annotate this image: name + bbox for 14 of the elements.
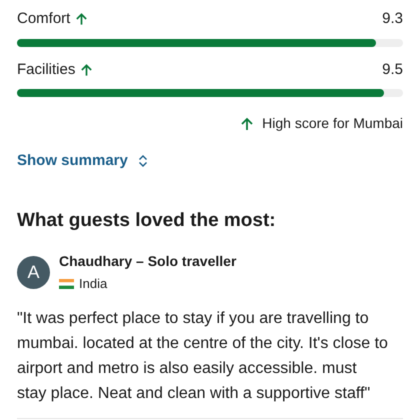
score-value: 9.5 bbox=[382, 60, 403, 80]
show-summary-link[interactable]: Show summary bbox=[17, 150, 128, 172]
section-title: What guests loved the most: bbox=[17, 208, 277, 232]
arrow-up-icon bbox=[240, 116, 254, 130]
reviewer-country: India bbox=[79, 275, 108, 293]
score-label: Facilities bbox=[17, 60, 76, 80]
score-value: 9.3 bbox=[382, 9, 403, 29]
high-score-note: High score for Mumbai bbox=[262, 114, 403, 133]
avatar: A bbox=[17, 256, 50, 289]
expand-icon bbox=[138, 154, 148, 168]
flag-icon bbox=[59, 278, 74, 289]
review-text: "It was perfect place to stay if you are travelling to mumbai. located at the centre of the city. It's close to airport and metro is also easily accessible. must stay place. Neat and clean with a supportive staff" bbox=[17, 308, 389, 404]
reviewer-name: Chaudhary – Solo traveller bbox=[59, 252, 236, 271]
score-label: Comfort bbox=[17, 9, 70, 29]
